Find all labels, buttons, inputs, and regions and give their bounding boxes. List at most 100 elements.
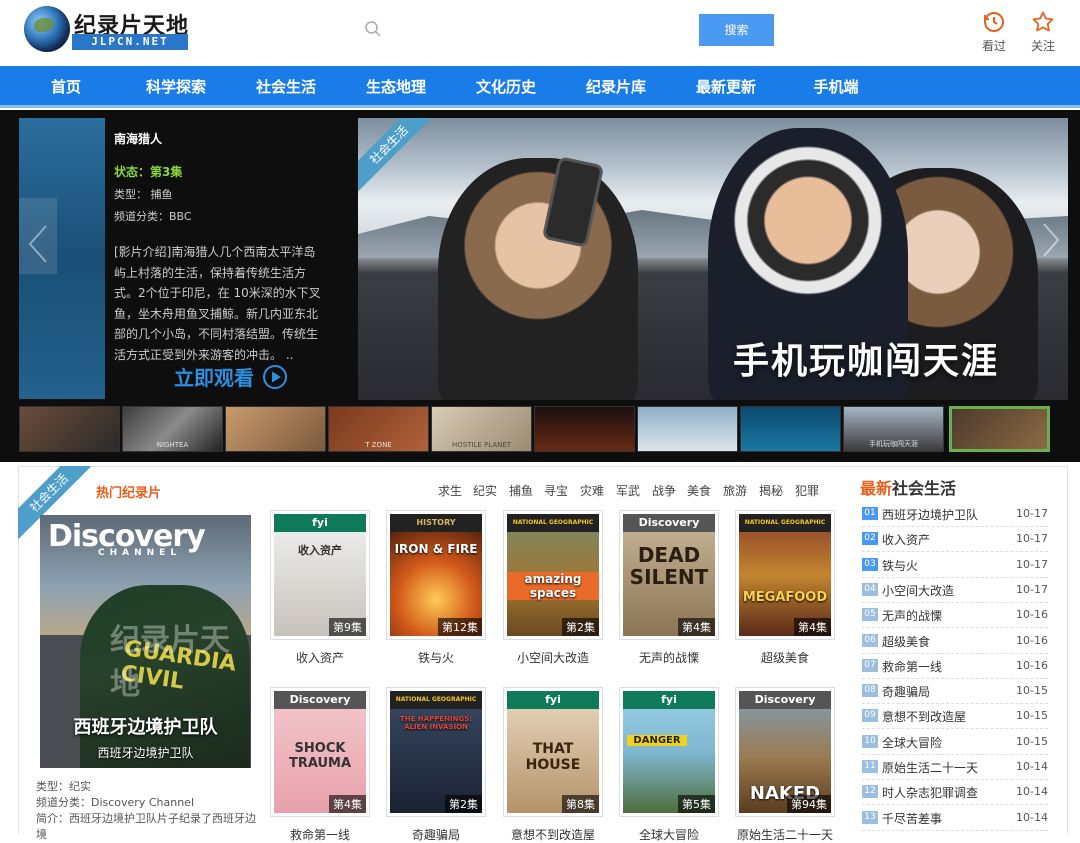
show-caption[interactable]: 收入资产 bbox=[260, 649, 380, 666]
show-caption[interactable]: 奇趣骗局 bbox=[376, 826, 496, 843]
history-label: 看过 bbox=[981, 39, 1006, 53]
list-item[interactable]: 07 救命第一线 10-16 bbox=[862, 654, 1048, 679]
search-button[interactable]: 搜索 bbox=[699, 14, 774, 46]
thumbnail[interactable] bbox=[225, 406, 326, 452]
list-item[interactable]: 04 小空间大改造 10-17 bbox=[862, 578, 1048, 603]
item-title[interactable]: 原始生活二十一天 bbox=[882, 759, 978, 776]
thumbnail[interactable]: T ZONE bbox=[328, 406, 429, 452]
featured-poster[interactable]: Discovery CHANNEL GUARDIA CIVIL 纪录片天地 西班牙… bbox=[40, 515, 251, 768]
thumbnail[interactable]: 手机玩咖闯天涯 bbox=[843, 406, 944, 452]
person-left bbox=[438, 158, 638, 400]
banner-slide-image[interactable]: 手机玩咖闯天涯 社会生活 bbox=[358, 118, 1068, 400]
thumbnail[interactable] bbox=[534, 406, 635, 452]
show-caption[interactable]: 救命第一线 bbox=[260, 826, 380, 843]
show-card[interactable]: fyi DANGER 第5集 bbox=[619, 687, 719, 817]
search-input[interactable] bbox=[390, 16, 690, 44]
thumbnail-active[interactable] bbox=[949, 406, 1050, 452]
list-item[interactable]: 08 奇趣骗局 10-15 bbox=[862, 679, 1048, 705]
nav-library[interactable]: 纪录片库 bbox=[566, 66, 666, 108]
nav-ecology[interactable]: 生态地理 bbox=[346, 66, 446, 108]
item-title[interactable]: 救命第一线 bbox=[882, 658, 942, 675]
item-title[interactable]: 时人杂志犯罪调查 bbox=[882, 784, 978, 801]
list-item[interactable]: 03 铁与火 10-17 bbox=[862, 553, 1048, 578]
item-title[interactable]: 收入资产 bbox=[882, 531, 930, 548]
show-caption[interactable]: 无声的战慄 bbox=[609, 649, 729, 666]
list-item[interactable]: 09 意想不到改造屋 10-15 bbox=[862, 704, 1048, 730]
item-date: 10-14 bbox=[1016, 785, 1048, 799]
show-caption[interactable]: 小空间大改造 bbox=[493, 649, 613, 666]
tag-war[interactable]: 战争 bbox=[652, 482, 676, 499]
tag-crime[interactable]: 犯罪 bbox=[795, 482, 819, 499]
item-title[interactable]: 全球大冒险 bbox=[882, 734, 942, 751]
thumbnail-label: T ZONE bbox=[365, 441, 392, 449]
tag-fishing[interactable]: 捕鱼 bbox=[509, 482, 533, 499]
show-card[interactable]: NATIONAL GEOGRAPHIC MEGAFOOD 第4集 bbox=[735, 510, 835, 640]
rank-number: 09 bbox=[862, 709, 878, 723]
nav-latest[interactable]: 最新更新 bbox=[676, 66, 776, 108]
show-card[interactable]: NATIONAL GEOGRAPHIC amazing spaces 第2集 bbox=[503, 510, 603, 640]
nav-society[interactable]: 社会生活 bbox=[236, 66, 336, 108]
tag-military[interactable]: 军武 bbox=[616, 482, 640, 499]
item-title[interactable]: 意想不到改造屋 bbox=[882, 708, 966, 725]
show-card[interactable]: fyi THAT HOUSE 第8集 bbox=[503, 687, 603, 817]
item-title[interactable]: 奇趣骗局 bbox=[882, 683, 930, 700]
item-title[interactable]: 西班牙边境护卫队 bbox=[882, 506, 978, 523]
nav-history[interactable]: 文化历史 bbox=[456, 66, 556, 108]
nav-mobile[interactable]: 手机端 bbox=[786, 66, 886, 108]
banner-info: 南海猎人 状态：第3集 类型： 捕鱼 频道分类：BBC [影片介绍]南海猎人几个… bbox=[114, 130, 324, 365]
tag-treasure[interactable]: 寻宝 bbox=[544, 482, 568, 499]
show-caption[interactable]: 原始生活二十一天 bbox=[725, 826, 845, 843]
thumbnail[interactable] bbox=[637, 406, 738, 452]
chevron-left-icon[interactable] bbox=[26, 222, 50, 266]
list-item[interactable]: 05 无声的战慄 10-16 bbox=[862, 603, 1048, 629]
item-title[interactable]: 无声的战慄 bbox=[882, 607, 942, 624]
item-title[interactable]: 超级美食 bbox=[882, 633, 930, 650]
tag-food[interactable]: 美食 bbox=[687, 482, 711, 499]
latest-list-title: 最新社会生活 bbox=[860, 475, 956, 499]
list-item[interactable]: 11 原始生活二十一天 10-14 bbox=[862, 755, 1048, 780]
watch-now-button[interactable]: 立即观看 bbox=[174, 362, 288, 391]
chevron-right-icon[interactable] bbox=[1040, 220, 1062, 260]
tag-mystery[interactable]: 揭秘 bbox=[759, 482, 783, 499]
tag-survival[interactable]: 求生 bbox=[438, 482, 462, 499]
item-title[interactable]: 千尽苦差事 bbox=[882, 810, 942, 827]
list-item[interactable]: 13 千尽苦差事 10-14 bbox=[862, 806, 1048, 831]
latest-title-rest: 社会生活 bbox=[892, 479, 957, 498]
thumbnail[interactable]: NIGHTEA bbox=[122, 406, 223, 452]
nav-home[interactable]: 首页 bbox=[16, 66, 116, 108]
show-card[interactable]: fyi 收入资产 第9集 bbox=[270, 510, 370, 640]
list-item[interactable]: 12 时人杂志犯罪调查 10-14 bbox=[862, 780, 1048, 806]
thumbnail[interactable] bbox=[740, 406, 841, 452]
tag-documentary[interactable]: 纪实 bbox=[473, 482, 497, 499]
tag-disaster[interactable]: 灾难 bbox=[580, 482, 604, 499]
list-item[interactable]: 10 全球大冒险 10-15 bbox=[862, 730, 1048, 755]
tag-travel[interactable]: 旅游 bbox=[723, 482, 747, 499]
featured-meta: 类型：纪实 频道分类：Discovery Channel 简介：西班牙边境护卫队… bbox=[36, 779, 256, 843]
show-card[interactable]: Discovery DEAD SILENT 第4集 bbox=[619, 510, 719, 640]
show-card[interactable]: HISTORY IRON & FIRE 第12集 bbox=[386, 510, 486, 640]
episode-badge: 第8集 bbox=[562, 795, 599, 813]
rank-number: 06 bbox=[862, 633, 878, 647]
show-caption[interactable]: 超级美食 bbox=[725, 649, 845, 666]
show-caption[interactable]: 全球大冒险 bbox=[609, 826, 729, 843]
history-button[interactable]: 看过 bbox=[974, 10, 1014, 54]
show-caption[interactable]: 铁与火 bbox=[376, 649, 496, 666]
channel-logo: Discovery bbox=[739, 691, 831, 709]
list-item[interactable]: 06 超级美食 10-16 bbox=[862, 629, 1048, 654]
list-item[interactable]: 01 西班牙边境护卫队 10-17 bbox=[862, 502, 1048, 527]
show-card[interactable]: NATIONAL GEOGRAPHIC THE HAPPENINGS: ALIEN… bbox=[386, 687, 486, 817]
show-card[interactable]: Discovery SHOCK TRAUMA 第4集 bbox=[270, 687, 370, 817]
thumbnail[interactable]: HOSTILE PLANET bbox=[431, 406, 532, 452]
follow-button[interactable]: 关注 bbox=[1023, 10, 1063, 54]
show-caption[interactable]: 意想不到改造屋 bbox=[493, 826, 613, 843]
banner-title[interactable]: 南海猎人 bbox=[114, 130, 324, 147]
item-title[interactable]: 铁与火 bbox=[882, 557, 918, 574]
show-card[interactable]: Discovery NAKED 第94集 bbox=[735, 687, 835, 817]
nav-science[interactable]: 科学探索 bbox=[126, 66, 226, 108]
poster-title: THE HAPPENINGS: ALIEN INVASION bbox=[399, 715, 473, 731]
watermark: 纪录片天地 bbox=[110, 623, 230, 702]
list-item[interactable]: 02 收入资产 10-17 bbox=[862, 527, 1048, 553]
site-logo[interactable]: 纪录片天地 JLPCN.NET bbox=[20, 6, 190, 52]
item-title[interactable]: 小空间大改造 bbox=[882, 582, 954, 599]
thumbnail[interactable] bbox=[19, 406, 120, 452]
